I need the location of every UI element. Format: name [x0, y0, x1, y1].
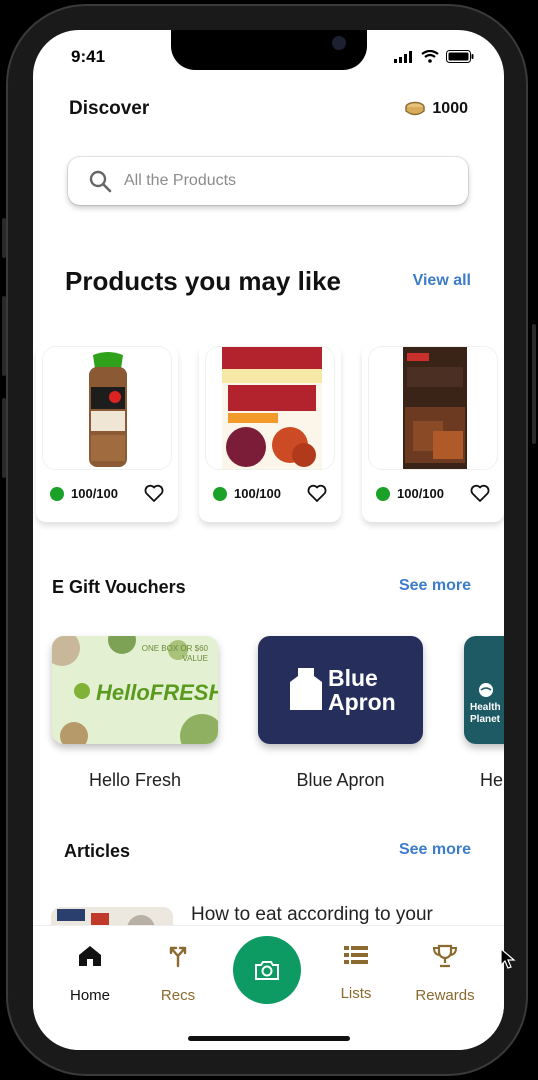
mouse-cursor-icon [500, 948, 516, 969]
home-indicator [188, 1036, 350, 1041]
voucher-card-blueapron[interactable]: Blue Apron [258, 636, 423, 744]
product-score: 100/100 [213, 486, 281, 501]
volume-up-button [2, 296, 6, 376]
voucher-label: Hello Fresh [88, 770, 182, 790]
coin-balance[interactable]: 1000 [404, 100, 468, 118]
nav-label: Home [69, 987, 110, 1004]
home-icon [79, 946, 101, 966]
product-score: 100/100 [50, 486, 118, 501]
vouchers-section-title: E Gift Vouchers [52, 577, 186, 597]
signal-icon [394, 50, 412, 63]
product-score-value: 100/100 [71, 486, 118, 501]
power-button [532, 324, 536, 444]
score-indicator [50, 486, 64, 501]
nav-lists[interactable]: Lists [316, 944, 396, 1002]
score-indicator [213, 486, 227, 501]
score-indicator [376, 486, 390, 501]
search-bar[interactable]: All the Products [68, 157, 468, 205]
camera-icon [255, 961, 279, 980]
voucher-subtext: ONE BOX OR $60 VALUE [141, 644, 208, 663]
voucher-label: He [480, 770, 504, 790]
app-screen: 9:41 Discover 1000 All the Products Prod… [33, 30, 504, 1050]
product-card[interactable]: 100/100 [36, 344, 178, 522]
apron-icon [290, 668, 322, 710]
see-more-vouchers-link[interactable]: See more [399, 577, 471, 595]
product-card[interactable]: 100/100 [362, 344, 504, 522]
wifi-icon [421, 50, 439, 63]
nav-rewards[interactable]: Rewards [405, 944, 485, 1004]
product-image-crackers [205, 346, 335, 470]
see-more-articles-link[interactable]: See more [399, 841, 471, 859]
planet-icon [479, 683, 493, 697]
recs-icon [169, 946, 187, 968]
nav-recs[interactable]: Recs [138, 944, 218, 1004]
status-time: 9:41 [71, 47, 106, 66]
nav-home[interactable]: Home [50, 944, 130, 1004]
battery-icon [446, 50, 474, 63]
search-placeholder: All the Products [124, 172, 237, 189]
product-score-value: 100/100 [234, 486, 281, 501]
front-camera [332, 36, 346, 50]
product-score: 100/100 [376, 486, 444, 501]
trophy-icon [432, 944, 458, 968]
notch [171, 30, 367, 70]
article-title[interactable]: How to eat according to your [191, 904, 433, 926]
product-card[interactable]: 100/100 [199, 344, 341, 522]
coin-count: 1000 [432, 100, 468, 117]
voucher-brand-text: Blue Apron [328, 665, 396, 715]
list-icon [344, 946, 368, 964]
product-score-value: 100/100 [397, 486, 444, 501]
voucher-brand-text: HelloFRESH [96, 680, 218, 705]
coin-icon [405, 101, 426, 116]
product-image-bread [42, 346, 172, 470]
articles-section-title: Articles [64, 841, 131, 861]
search-icon [89, 170, 112, 193]
view-all-products-link[interactable]: View all [413, 272, 471, 290]
voucher-card-healthplanet[interactable]: Health Planet [464, 636, 504, 744]
voucher-brand-text: Health Planet [470, 702, 501, 725]
mute-switch [2, 218, 6, 258]
nav-label: Rewards [415, 987, 475, 1004]
nav-label: Recs [160, 987, 196, 1004]
product-image-chocolate [368, 346, 498, 470]
heart-icon[interactable] [144, 484, 164, 502]
status-icons [394, 50, 474, 63]
voucher-label: Blue Apron [296, 770, 385, 790]
nav-label: Lists [340, 985, 372, 1002]
device-stage: 9:41 Discover 1000 All the Products Prod… [0, 0, 538, 1080]
bottom-nav: Home Recs Lists Rewards [33, 925, 504, 1050]
voucher-card-hellofresh[interactable]: HelloFRESH ONE BOX OR $60 VALUE [52, 636, 218, 744]
heart-icon[interactable] [307, 484, 327, 502]
heart-icon[interactable] [470, 484, 490, 502]
scan-camera-button[interactable] [233, 936, 301, 1004]
page-title: Discover [69, 98, 150, 119]
products-section-title: Products you may like [65, 266, 341, 296]
volume-down-button [2, 398, 6, 478]
